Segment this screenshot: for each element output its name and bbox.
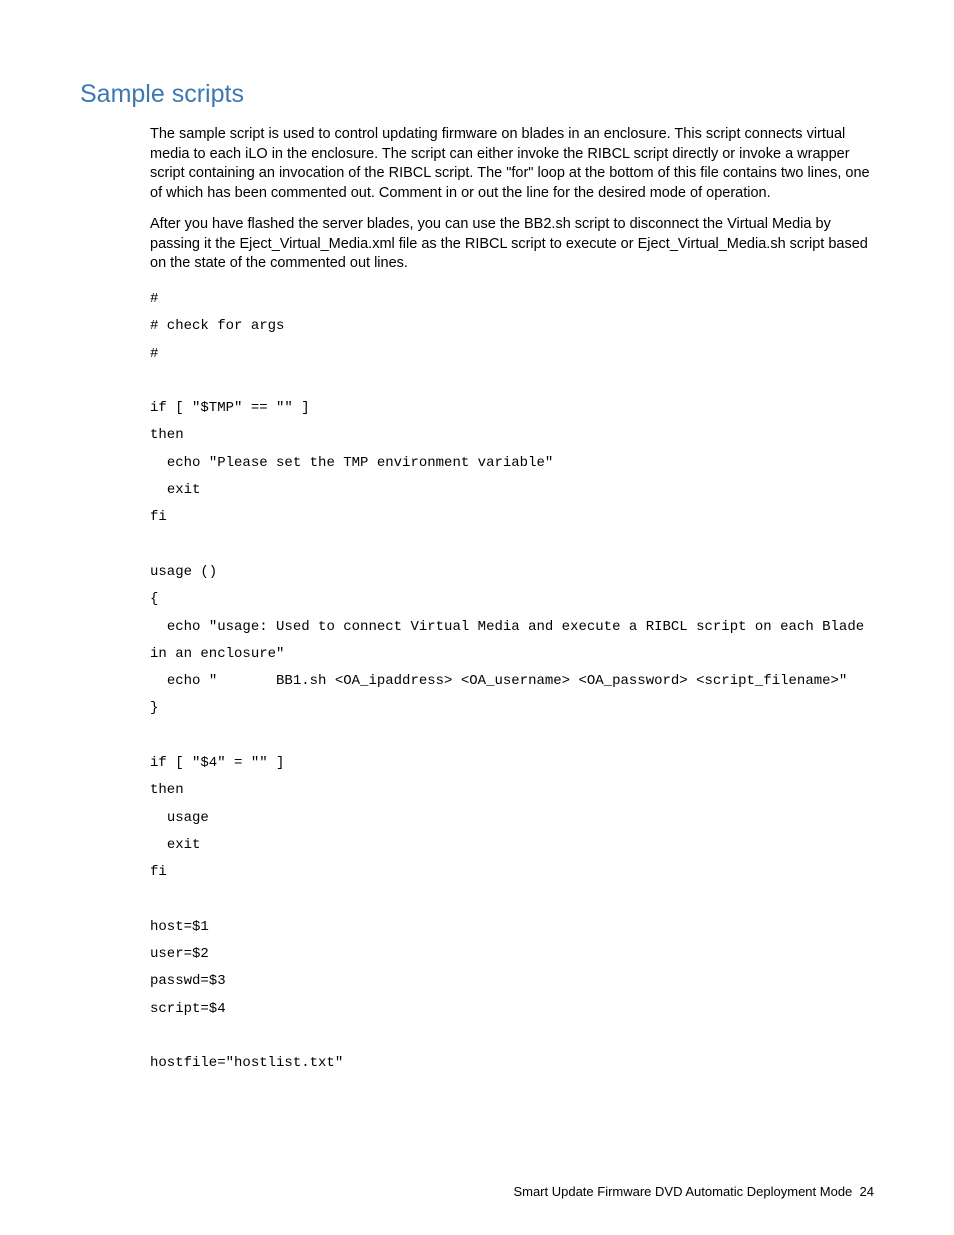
section-heading: Sample scripts bbox=[80, 80, 874, 109]
footer-page-number: 24 bbox=[860, 1184, 874, 1199]
paragraph-1: The sample script is used to control upd… bbox=[150, 125, 874, 203]
paragraph-2: After you have flashed the server blades… bbox=[150, 215, 874, 274]
code-block: # # check for args # if [ "$TMP" == "" ]… bbox=[150, 286, 874, 1078]
document-page: Sample scripts The sample script is used… bbox=[0, 0, 954, 1235]
body-content: The sample script is used to control upd… bbox=[150, 125, 874, 1078]
page-footer: Smart Update Firmware DVD Automatic Depl… bbox=[513, 1184, 874, 1199]
footer-text: Smart Update Firmware DVD Automatic Depl… bbox=[513, 1184, 852, 1199]
